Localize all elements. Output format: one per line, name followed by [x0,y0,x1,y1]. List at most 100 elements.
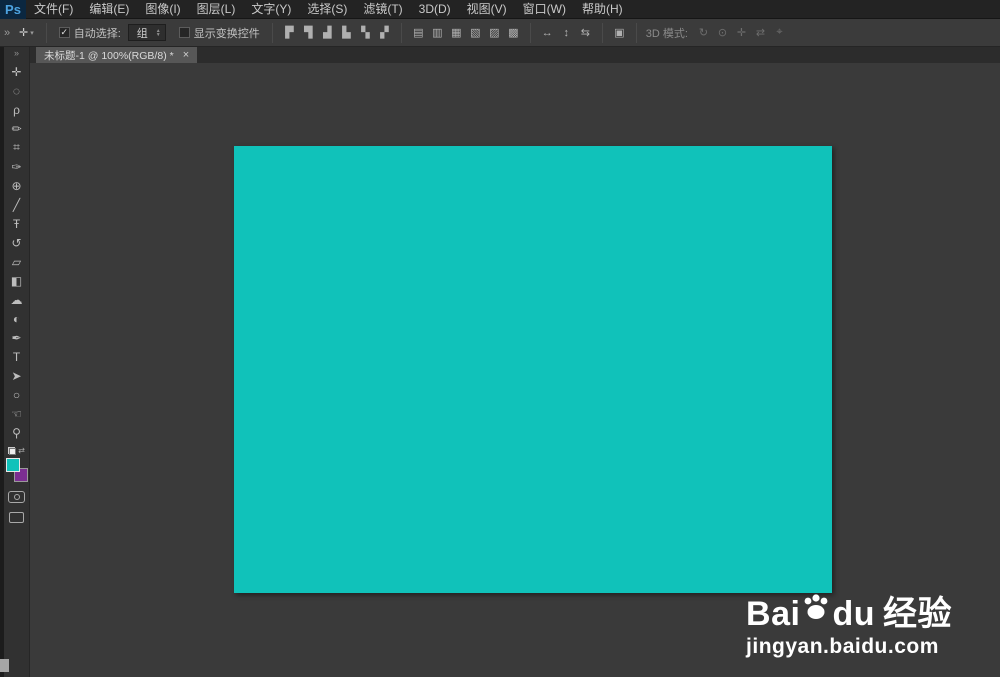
watermark-brand-right: du [832,595,875,633]
menu-image[interactable]: 图像(I) [137,0,188,19]
align-horizontal-centers-icon[interactable]: ▜ [299,24,318,42]
menu-bar: Ps 文件(F) 编辑(E) 图像(I) 图层(L) 文字(Y) 选择(S) 滤… [0,0,1000,19]
show-transform-checkbox[interactable]: 显示变换控件 [178,25,260,41]
healing-brush-tool[interactable]: ⊕ [5,176,29,195]
distribute-left-icon[interactable]: ▧ [466,24,485,42]
default-colors-icon[interactable] [8,446,17,455]
show-transform-label: 显示变换控件 [193,27,260,40]
color-swatches [5,458,29,482]
shape-tool[interactable]: ○ [5,385,29,404]
eyedropper-tool[interactable]: ✑ [5,157,29,176]
type-tool[interactable]: T [5,347,29,366]
distribute-bottom-icon[interactable]: ▦ [447,24,466,42]
auto-align-layers-icon[interactable]: ▣ [610,24,629,42]
menu-view[interactable]: 视图(V) [459,0,515,19]
quick-selection-tool[interactable]: ✏ [5,119,29,138]
distribute-hcenter-icon[interactable]: ▨ [485,24,504,42]
watermark-brand: Bai du 经验 [746,593,952,631]
tools-panel: » ✛ ◌ ρ ✏ ⌗ ✑ ⊕ ╱ Ŧ ↺ ▱ ◧ ☁ ◐ ✒ T ➤ ○ ☜ … [0,47,30,677]
quick-mask-icon [13,494,20,500]
quick-mask-button[interactable] [8,491,25,503]
document-tab[interactable]: 未标题-1 @ 100%(RGB/8) * × [36,47,198,63]
photoshop-logo: Ps [0,0,26,19]
separator [271,22,273,43]
zoom-tool[interactable]: ⚲ [5,423,29,442]
options-bar: » ✛ ▾ ✓ 自动选择: 组 ▲ ▼ 显示变换控件 ▛ ▜ ▟ ▙ ▚ ▞ ▤ … [0,19,1000,47]
auto-select-target-dropdown[interactable]: 组 ▲ ▼ [127,24,166,41]
dodge-tool[interactable]: ◐ [5,309,29,328]
pen-tool[interactable]: ✒ [5,328,29,347]
menu-filter[interactable]: 滤镜(T) [355,0,410,19]
menu-window[interactable]: 窗口(W) [515,0,574,19]
menu-layer[interactable]: 图层(L) [189,0,244,19]
3d-scale-icon[interactable]: ⌖ [770,24,789,42]
hand-tool[interactable]: ☜ [5,404,29,423]
photoshop-window: Ps 文件(F) 编辑(E) 图像(I) 图层(L) 文字(Y) 选择(S) 滤… [0,0,1000,677]
tab-close-icon[interactable]: × [183,49,189,61]
auto-select-label: 自动选择: [73,27,121,40]
align-top-edges-icon[interactable]: ▙ [337,24,356,42]
move-tool[interactable]: ✛ [5,62,29,81]
lasso-tool[interactable]: ρ [5,100,29,119]
auto-select-target-value: 组 [136,27,148,40]
document-tab-title: 未标题-1 @ 100%(RGB/8) * [44,49,174,62]
menu-type[interactable]: 文字(Y) [243,0,299,19]
3d-mode-label: 3D 模式: [645,27,688,40]
align-right-edges-icon[interactable]: ▟ [318,24,337,42]
auto-select-checkbox[interactable]: ✓ 自动选择: [58,25,121,41]
menu-help[interactable]: 帮助(H) [574,0,631,19]
checkbox-unchecked-icon [178,27,190,38]
separator [635,22,637,43]
3d-drag-icon[interactable]: ✛ [732,24,751,42]
checkbox-checked-icon: ✓ [58,27,70,38]
separator [529,22,531,43]
watermark-url: jingyan.baidu.com [746,635,939,658]
tool-preset-button[interactable]: ✛ ▾ [14,26,39,39]
distribute-spacing-icon[interactable]: ⇆ [576,24,595,42]
watermark-brand-cn: 经验 [883,595,952,633]
crop-tool[interactable]: ⌗ [5,138,29,157]
3d-rotate-icon[interactable]: ↻ [694,24,713,42]
separator [45,22,47,43]
eraser-tool[interactable]: ▱ [5,252,29,271]
align-left-edges-icon[interactable]: ▛ [280,24,299,42]
menu-3d[interactable]: 3D(D) [411,0,459,19]
document-canvas[interactable] [234,146,832,593]
history-brush-tool[interactable]: ↺ [5,233,29,252]
watermark: Bai du 经验 jingyan.baidu.com [746,593,952,659]
menu-edit[interactable]: 编辑(E) [81,0,137,19]
pasteboard: Bai du 经验 jingyan.baidu.com [30,63,1000,677]
chevron-down-icon: ▾ [30,29,34,37]
brush-tool[interactable]: ╱ [5,195,29,214]
spinner-arrows-icon: ▲ ▼ [155,27,161,38]
watermark-brand-left: Bai [746,595,801,633]
marquee-tool[interactable]: ◌ [5,81,29,100]
options-overflow-icon[interactable]: » [0,27,14,39]
separator [601,22,603,43]
switch-colors-icon[interactable]: ⇄ [18,446,25,455]
separator [400,22,402,43]
align-bottom-edges-icon[interactable]: ▞ [375,24,394,42]
3d-roll-icon[interactable]: ⊙ [713,24,732,42]
document-tab-bar: 未标题-1 @ 100%(RGB/8) * × [30,47,1000,63]
color-controls: ⇄ [8,446,25,455]
3d-slide-icon[interactable]: ⇄ [751,24,770,42]
distribute-vcenter-icon[interactable]: ▥ [428,24,447,42]
menu-file[interactable]: 文件(F) [26,0,81,19]
foreground-color-swatch[interactable] [5,458,20,472]
blur-tool[interactable]: ☁ [5,290,29,309]
paw-icon [805,594,828,619]
move-tool-icon: ✛ [19,27,29,39]
menu-select[interactable]: 选择(S) [299,0,355,19]
path-selection-tool[interactable]: ➤ [5,366,29,385]
distribute-widths-icon[interactable]: ↔ [538,24,557,42]
distribute-heights-icon[interactable]: ↕ [557,24,576,42]
align-vertical-centers-icon[interactable]: ▚ [356,24,375,42]
clone-stamp-tool[interactable]: Ŧ [5,214,29,233]
distribute-right-icon[interactable]: ▩ [504,24,523,42]
distribute-top-icon[interactable]: ▤ [409,24,428,42]
screen-mode-button[interactable] [9,512,24,523]
scroll-corner [0,659,9,672]
toolbar-collapse-icon[interactable]: » [4,47,29,59]
gradient-tool[interactable]: ◧ [5,271,29,290]
